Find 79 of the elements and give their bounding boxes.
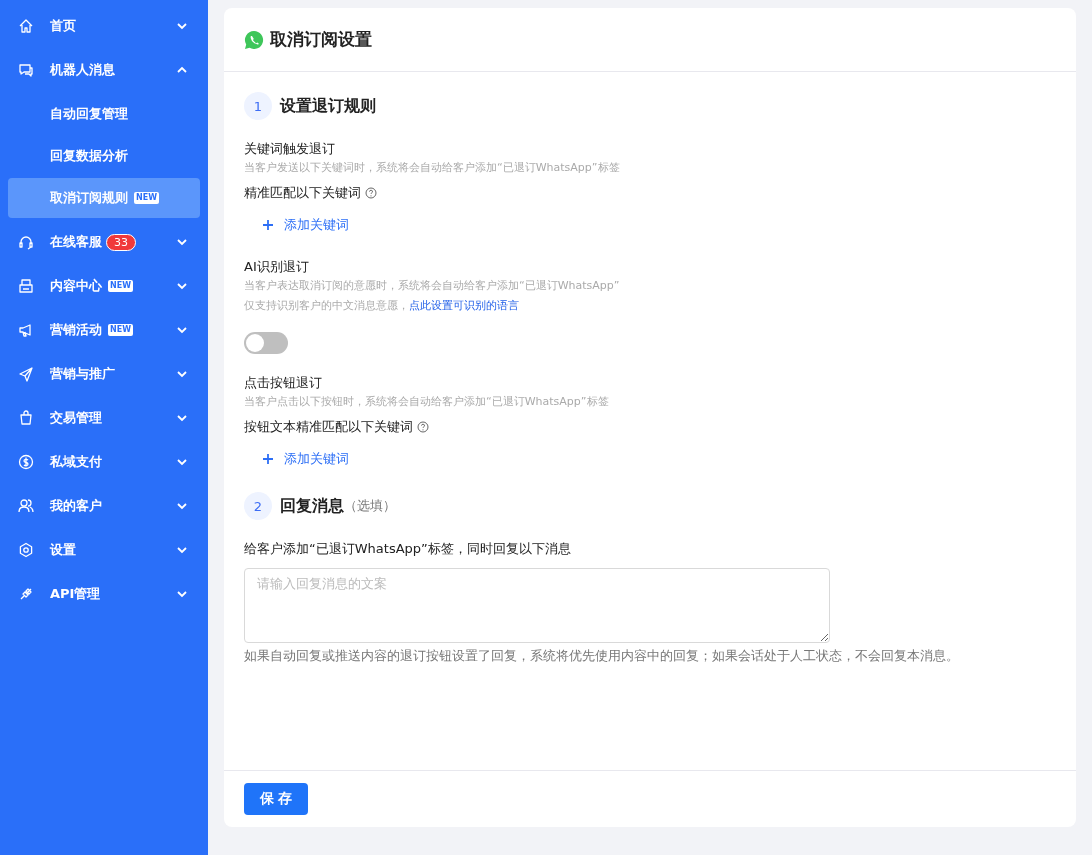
add-keyword-button[interactable]: 添加关键词 (262, 212, 349, 238)
sidebar-item[interactable]: 我的客户 (0, 484, 208, 528)
help-icon (417, 421, 429, 433)
section-title: 回复消息 (280, 495, 344, 517)
chat-bubble-icon (244, 29, 264, 50)
menu-label: 营销与推广 (50, 365, 115, 383)
menu-label: API管理 (50, 585, 101, 603)
plug-icon (18, 586, 34, 602)
menu-label: 在线客服 (50, 233, 102, 251)
sidebar-item[interactable]: 营销活动 NEW (0, 308, 208, 352)
menu-label: 设置 (50, 541, 76, 559)
field-title: 关键词触发退订 (244, 140, 336, 158)
headset-icon (18, 234, 34, 250)
menu-label: 首页 (50, 17, 76, 35)
count-badge: 33 (106, 233, 136, 251)
shopping-bag-icon (18, 410, 34, 426)
sidebar-item[interactable]: 私域支付 (0, 440, 208, 484)
sidebar-item[interactable]: 在线客服 33 (0, 220, 208, 264)
menu-label: 机器人消息 (50, 61, 115, 79)
sidebar-item[interactable]: API管理 (0, 572, 208, 616)
new-badge: NEW (108, 324, 133, 336)
new-badge: NEW (108, 280, 133, 292)
hexagon-icon (18, 542, 34, 558)
step-number: 1 (244, 92, 272, 120)
megaphone-icon (18, 322, 34, 338)
field-title: AI识别退订 (244, 258, 310, 276)
menu-label: 我的客户 (50, 497, 102, 515)
chevron-down-icon (176, 590, 188, 598)
submenu-item[interactable]: 回复数据分析 (8, 136, 200, 176)
field-description: 当客户表达取消订阅的意愿时，系统将会自动给客户添加“已退订WhatsApp” (244, 278, 621, 294)
chevron-down-icon (176, 282, 188, 290)
menu-label: 营销活动 (50, 321, 102, 339)
toggle-switch[interactable] (244, 332, 288, 354)
sidebar-item[interactable]: 首页 (0, 4, 208, 48)
field-description: 当客户点击以下按钮时，系统将会自动给客户添加“已退订WhatsApp”标签 (244, 394, 610, 410)
home-icon (18, 18, 34, 34)
menu-label: 私域支付 (50, 453, 102, 471)
sidebar-item[interactable]: 设置 (0, 528, 208, 572)
menu-label: 交易管理 (50, 409, 102, 427)
printer-icon (18, 278, 34, 294)
field-description: 当客户发送以下关键词时，系统将会自动给客户添加“已退订WhatsApp”标签 (244, 160, 621, 176)
sidebar-item[interactable]: 机器人消息 (0, 48, 208, 92)
chevron-down-icon (176, 238, 188, 246)
paper-plane-icon (18, 366, 34, 382)
chevron-up-icon (176, 66, 188, 74)
new-badge: NEW (134, 192, 159, 204)
chevron-down-icon (176, 546, 188, 554)
menu-label: 内容中心 (50, 277, 102, 295)
chevron-down-icon (176, 458, 188, 466)
field-title: 点击按钮退订 (244, 374, 323, 392)
sidebar-item[interactable]: 营销与推广 (0, 352, 208, 396)
help-icon (365, 187, 377, 199)
submenu-item[interactable]: 自动回复管理 (8, 94, 200, 134)
dollar-coin-icon (18, 454, 34, 470)
chevron-down-icon (176, 22, 188, 30)
page-title: 取消订阅设置 (270, 28, 372, 51)
optional-label: （选填） (344, 497, 396, 515)
message-input[interactable]: 请输入回复消息的文案 (244, 568, 830, 643)
user-group-icon (18, 498, 34, 514)
hint-text: 如果自动回复或推送内容的退订按钮设置了回复，系统将优先使用内容中的回复；如果会话处于人工状态，不会回复本消息。 (244, 647, 960, 665)
chat-icon (18, 62, 34, 78)
field-description: 仅支持识别客户的中文消息意愿，点此设置可识别的语言 (244, 298, 520, 314)
match-label: 按钮文本精准匹配以下关键词 (244, 418, 413, 436)
sidebar-item[interactable]: 交易管理 (0, 396, 208, 440)
settings-link[interactable]: 点此设置可识别的语言 (409, 299, 519, 312)
match-label: 精准匹配以下关键词 (244, 184, 361, 202)
chevron-down-icon (176, 326, 188, 334)
submenu-item[interactable]: 取消订阅规则 NEW (8, 178, 200, 218)
step-number: 2 (244, 492, 272, 520)
chevron-down-icon (176, 414, 188, 422)
add-keyword-button[interactable]: 添加关键词 (262, 446, 349, 472)
field-title: 给客户添加“已退订WhatsApp”标签，同时回复以下消息 (244, 540, 572, 558)
plus-icon (262, 453, 274, 465)
chevron-down-icon (176, 502, 188, 510)
chevron-down-icon (176, 370, 188, 378)
sidebar-item[interactable]: 内容中心 NEW (0, 264, 208, 308)
save-button[interactable]: 保 存 (244, 783, 308, 815)
section-title: 设置退订规则 (280, 95, 376, 117)
plus-icon (262, 219, 274, 231)
